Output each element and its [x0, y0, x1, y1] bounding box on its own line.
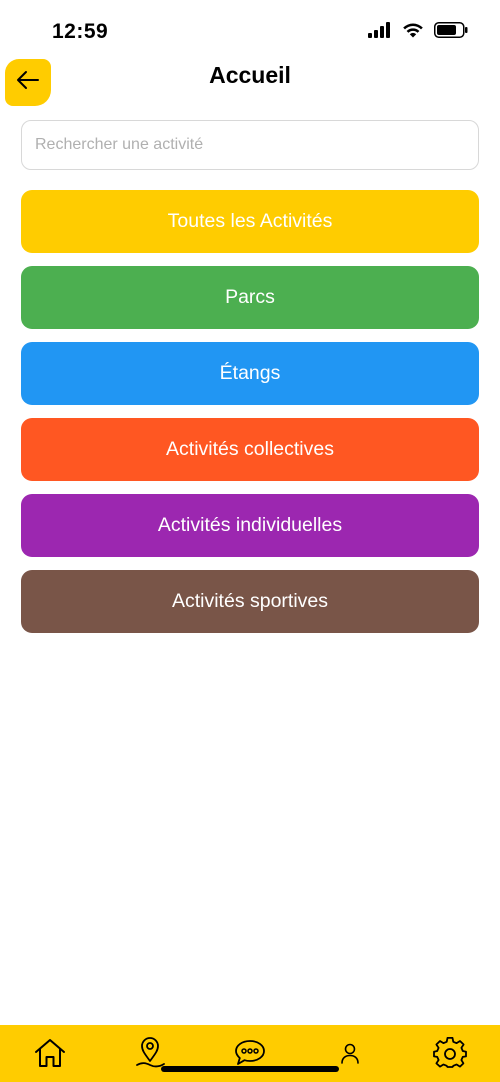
- category-button-sports-activities[interactable]: Activités sportives: [21, 570, 479, 633]
- status-icons: [368, 22, 468, 43]
- tab-home[interactable]: [32, 1037, 68, 1073]
- category-label: Toutes les Activités: [167, 210, 333, 232]
- category-label: Activités sportives: [171, 590, 329, 612]
- home-icon: [33, 1037, 67, 1074]
- signal-icon: [368, 22, 392, 43]
- category-button-parks[interactable]: Parcs: [21, 266, 479, 329]
- user-icon: [338, 1040, 362, 1071]
- status-time: 12:59: [52, 20, 109, 43]
- search-input[interactable]: [21, 120, 479, 170]
- category-label: Activités individuelles: [157, 514, 343, 536]
- tab-settings[interactable]: [432, 1036, 468, 1075]
- home-indicator[interactable]: [161, 1066, 339, 1072]
- category-button-individual-activities[interactable]: Activités individuelles: [21, 494, 479, 557]
- battery-icon: [434, 22, 468, 43]
- category-list: Toutes les Activités Parcs Étangs Activi…: [21, 190, 479, 646]
- category-button-collective-activities[interactable]: Activités collectives: [21, 418, 479, 481]
- tab-bar: [0, 1025, 500, 1082]
- category-label: Étangs: [219, 362, 281, 384]
- wifi-icon: [402, 22, 424, 43]
- category-button-all-activities[interactable]: Toutes les Activités: [21, 190, 479, 253]
- page-title: Accueil: [209, 62, 291, 88]
- status-bar: 12:59: [0, 0, 500, 64]
- category-label: Activités collectives: [166, 438, 334, 460]
- settings-icon: [433, 1036, 467, 1075]
- category-label: Parcs: [225, 286, 275, 308]
- category-button-ponds[interactable]: Étangs: [21, 342, 479, 405]
